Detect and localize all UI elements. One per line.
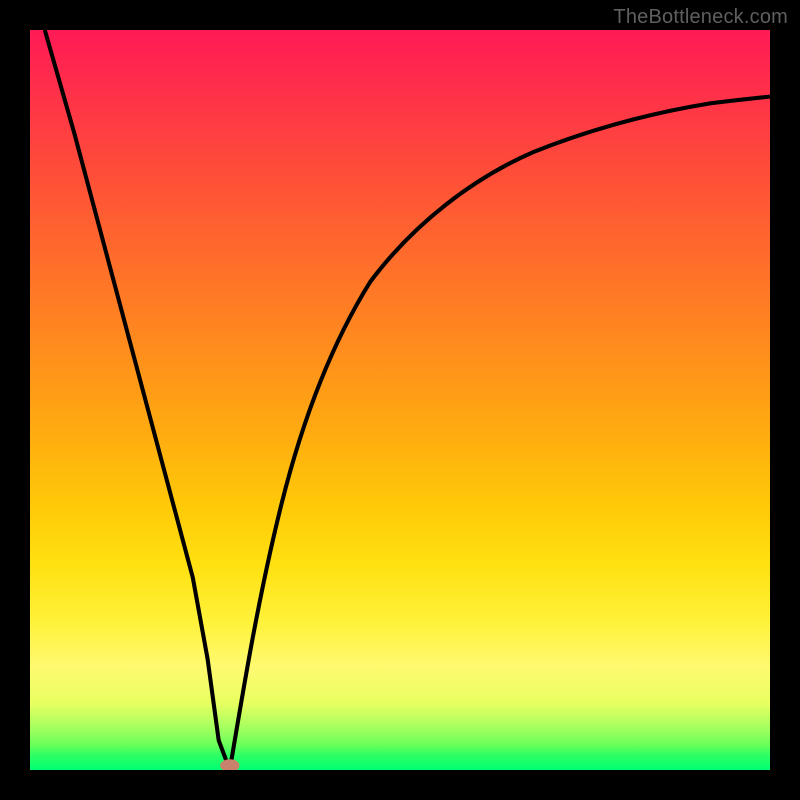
bottleneck-curve (30, 30, 770, 770)
chart-frame: TheBottleneck.com (0, 0, 800, 800)
min-marker (220, 759, 239, 770)
plot-area (30, 30, 770, 770)
watermark-text: TheBottleneck.com (613, 6, 788, 29)
curve-left-branch (45, 30, 230, 770)
curve-right-branch (230, 97, 770, 770)
